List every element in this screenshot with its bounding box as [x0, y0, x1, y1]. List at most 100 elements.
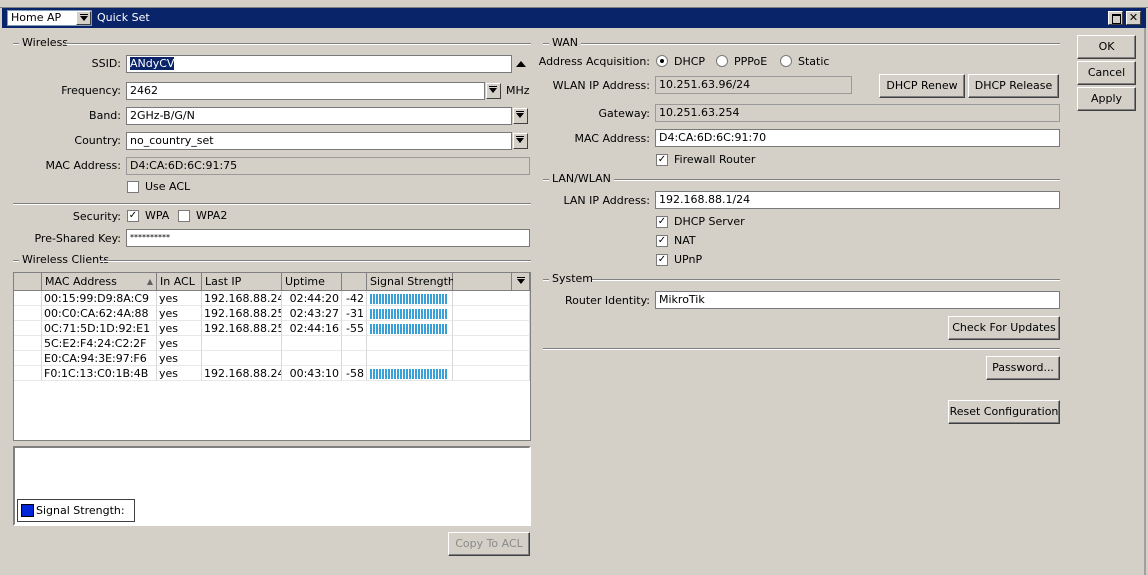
chevron-down-icon[interactable]: [513, 133, 528, 149]
frequency-label: Frequency:: [61, 84, 121, 97]
mode-select[interactable]: Home AP: [7, 10, 92, 26]
password-button[interactable]: Password...: [986, 356, 1060, 380]
wlan-ip-label: WLAN IP Address:: [552, 79, 650, 92]
wireless-mac-field: D4:CA:6D:6C:91:75: [126, 157, 530, 175]
table-cell-mac: 5C:E2:F4:24:C2:2F: [42, 336, 157, 351]
psk-label: Pre-Shared Key:: [34, 232, 121, 245]
dhcp-radio[interactable]: [656, 55, 668, 67]
table-cell: [14, 351, 42, 366]
legend-label: Signal Strength:: [36, 504, 125, 517]
country-label: Country:: [74, 134, 121, 147]
close-icon[interactable]: ✕: [1126, 11, 1141, 25]
lan-group-header: LAN/WLAN: [552, 172, 611, 185]
ssid-field[interactable]: ANdyCV: [126, 55, 512, 73]
static-radio-label: Static: [798, 55, 830, 68]
table-cell: [453, 321, 530, 336]
wan-mac-field[interactable]: D4:CA:6D:6C:91:70: [655, 129, 1060, 147]
table-cell-uptime: [282, 336, 342, 351]
column-header-signal[interactable]: [342, 273, 367, 291]
wpa-checkbox[interactable]: ✓: [127, 210, 139, 222]
divider: [13, 203, 531, 205]
divider: [543, 279, 549, 281]
lan-ip-label: LAN IP Address:: [563, 194, 650, 207]
use-acl-checkbox[interactable]: [127, 181, 139, 193]
static-radio[interactable]: [780, 55, 792, 67]
check-for-updates-button[interactable]: Check For Updates: [948, 316, 1060, 340]
table-cell-mac: E0:CA:94:3E:97:F6: [42, 351, 157, 366]
table-row[interactable]: E0:CA:94:3E:97:F6 yes: [14, 351, 530, 366]
table-row[interactable]: 0C:71:5D:1D:92:E1yes192.168.88.25102:44:…: [14, 321, 530, 336]
divider: [581, 43, 1060, 45]
table-cell-signal: -31: [342, 306, 367, 321]
table-row[interactable]: 00:C0:CA:62:4A:88yes192.168.88.25302:43:…: [14, 306, 530, 321]
mode-select-value: Home AP: [11, 11, 62, 24]
signal-strength-bar: [370, 309, 448, 319]
signal-strength-cell: [367, 351, 453, 366]
table-cell-ip: [202, 351, 282, 366]
divider: [13, 260, 19, 262]
table-cell-signal: [342, 351, 367, 366]
column-header-uptime[interactable]: Uptime: [282, 273, 342, 291]
table-row[interactable]: 00:15:99:D9:8A:C9yes192.168.88.24702:44:…: [14, 291, 530, 306]
apply-button[interactable]: Apply: [1077, 87, 1136, 111]
legend-swatch: [21, 504, 34, 517]
table-cell-acl: yes: [157, 321, 202, 336]
frequency-field[interactable]: 2462: [126, 82, 485, 100]
reset-configuration-button[interactable]: Reset Configuration: [948, 400, 1060, 424]
table-cell: [453, 291, 530, 306]
maximize-icon[interactable]: [1108, 11, 1123, 25]
signal-strength-cell: [367, 366, 453, 381]
pppoe-radio-label: PPPoE: [734, 55, 768, 68]
router-identity-field[interactable]: MikroTik: [655, 291, 1060, 309]
table-cell-uptime: 02:43:27: [282, 306, 342, 321]
window-title: Quick Set: [97, 11, 150, 24]
column-menu-button[interactable]: [512, 273, 530, 291]
dhcp-renew-button[interactable]: DHCP Renew: [879, 74, 965, 98]
band-select[interactable]: 2GHz-B/G/N: [126, 107, 512, 125]
chevron-down-icon[interactable]: [76, 11, 91, 25]
table-cell-acl: yes: [157, 351, 202, 366]
chevron-down-icon[interactable]: [513, 108, 528, 124]
table-cell: [14, 306, 42, 321]
window-border: [1144, 28, 1146, 575]
dhcp-server-checkbox[interactable]: ✓: [656, 216, 668, 228]
chevron-up-icon[interactable]: [516, 61, 526, 67]
table-cell-ip: 192.168.88.253: [202, 306, 282, 321]
upnp-checkbox[interactable]: ✓: [656, 254, 668, 266]
dhcp-release-button[interactable]: DHCP Release: [968, 74, 1059, 98]
psk-field[interactable]: **********: [126, 229, 530, 247]
wpa2-checkbox[interactable]: [178, 210, 190, 222]
column-header-mac[interactable]: MAC Address ▲: [42, 273, 157, 291]
firewall-router-checkbox[interactable]: ✓: [656, 154, 668, 166]
graph-legend: Signal Strength:: [17, 499, 135, 522]
column-header-acl[interactable]: In ACL: [157, 273, 202, 291]
table-cell-ip: 192.168.88.251: [202, 321, 282, 336]
background-window-strip: [0, 0, 1148, 8]
table-cell: [453, 306, 530, 321]
pppoe-radio[interactable]: [716, 55, 728, 67]
copy-to-acl-button[interactable]: Copy To ACL: [448, 532, 530, 556]
signal-strength-cell: [367, 306, 453, 321]
wan-group-header: WAN: [552, 36, 579, 49]
signal-strength-cell: [367, 336, 453, 351]
use-acl-label: Use ACL: [145, 180, 191, 193]
sort-asc-icon: ▲: [146, 277, 153, 286]
firewall-router-label: Firewall Router: [674, 153, 756, 166]
ok-button[interactable]: OK: [1077, 35, 1136, 59]
table-row[interactable]: 5C:E2:F4:24:C2:2F yes: [14, 336, 530, 351]
table-row[interactable]: F0:1C:13:C0:1B:4Byes192.168.88.24800:43:…: [14, 366, 530, 381]
country-select[interactable]: no_country_set: [126, 132, 512, 150]
column-header-last-ip[interactable]: Last IP: [202, 273, 282, 291]
divider: [543, 179, 549, 181]
cancel-button[interactable]: Cancel: [1077, 61, 1136, 85]
chevron-down-icon[interactable]: [486, 83, 501, 99]
column-header: [14, 273, 42, 291]
gateway-field: 10.251.63.254: [655, 104, 1060, 122]
divider: [543, 348, 1060, 350]
lan-ip-field[interactable]: 192.168.88.1/24: [655, 191, 1060, 209]
table-cell-ip: 192.168.88.247: [202, 291, 282, 306]
divider: [543, 43, 549, 45]
column-header-signal-strength[interactable]: Signal Strength: [367, 273, 455, 291]
nat-checkbox[interactable]: ✓: [656, 235, 668, 247]
table-cell-acl: yes: [157, 291, 202, 306]
